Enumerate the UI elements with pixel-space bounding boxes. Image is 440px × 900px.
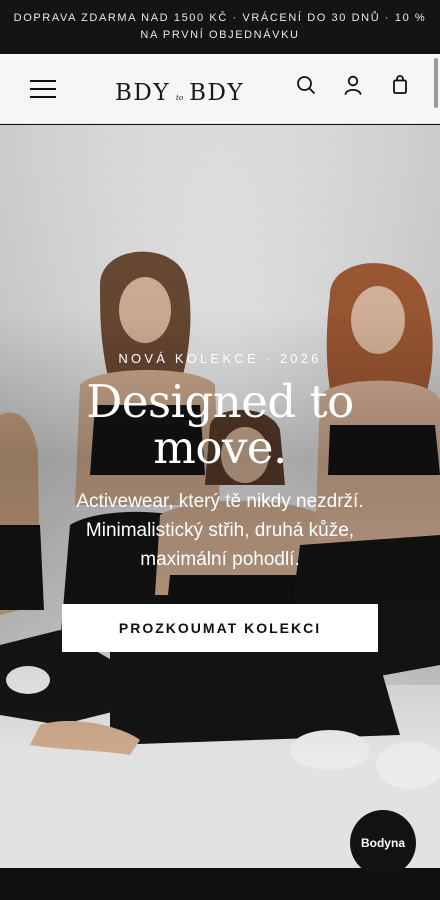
hero-headline: Designed to move. bbox=[0, 379, 440, 471]
menu-icon[interactable] bbox=[30, 80, 56, 99]
site-header: BDY to BDY bbox=[0, 54, 440, 124]
hero-eyebrow: NOVÁ KOLEKCE · 2026 bbox=[118, 351, 322, 366]
explore-collection-button[interactable]: PROZKOUMAT KOLEKCI bbox=[62, 604, 378, 652]
logo-word-mid: to bbox=[176, 94, 184, 102]
hero-headline-line-2: move. bbox=[153, 421, 287, 474]
logo-word-left: BDY bbox=[115, 80, 171, 106]
hero-headline-line-1: Designed to bbox=[86, 375, 354, 428]
announcement-line-2: NA PRVNÍ OBJEDNÁVKU bbox=[140, 29, 300, 41]
search-icon[interactable] bbox=[295, 74, 317, 96]
account-icon[interactable] bbox=[342, 74, 364, 96]
logo-word-right: BDY bbox=[189, 80, 245, 106]
bag-icon[interactable] bbox=[389, 74, 411, 96]
announcement-bar: DOPRAVA ZDARMA NAD 1500 KČ · VRÁCENÍ DO … bbox=[0, 0, 440, 54]
scrollbar-thumb[interactable] bbox=[434, 58, 438, 108]
announcement-line-1: DOPRAVA ZDARMA NAD 1500 KČ · VRÁCENÍ DO … bbox=[13, 12, 427, 24]
chat-widget-button[interactable]: Bodyna bbox=[350, 810, 416, 876]
hero-banner: NOVÁ KOLEKCE · 2026 Designed to move. Ac… bbox=[0, 125, 440, 868]
hero-subline-line-1: Activewear, který tě nikdy nezdrží. bbox=[76, 491, 364, 512]
hero-subline-line-3: maximální pohodlí. bbox=[140, 549, 300, 570]
hero-subline-line-2: Minimalistický střih, druhá kůže, bbox=[85, 520, 355, 541]
brand-logo[interactable]: BDY to BDY bbox=[115, 76, 244, 106]
hero-subline: Activewear, který tě nikdy nezdrží. Mini… bbox=[40, 487, 400, 574]
